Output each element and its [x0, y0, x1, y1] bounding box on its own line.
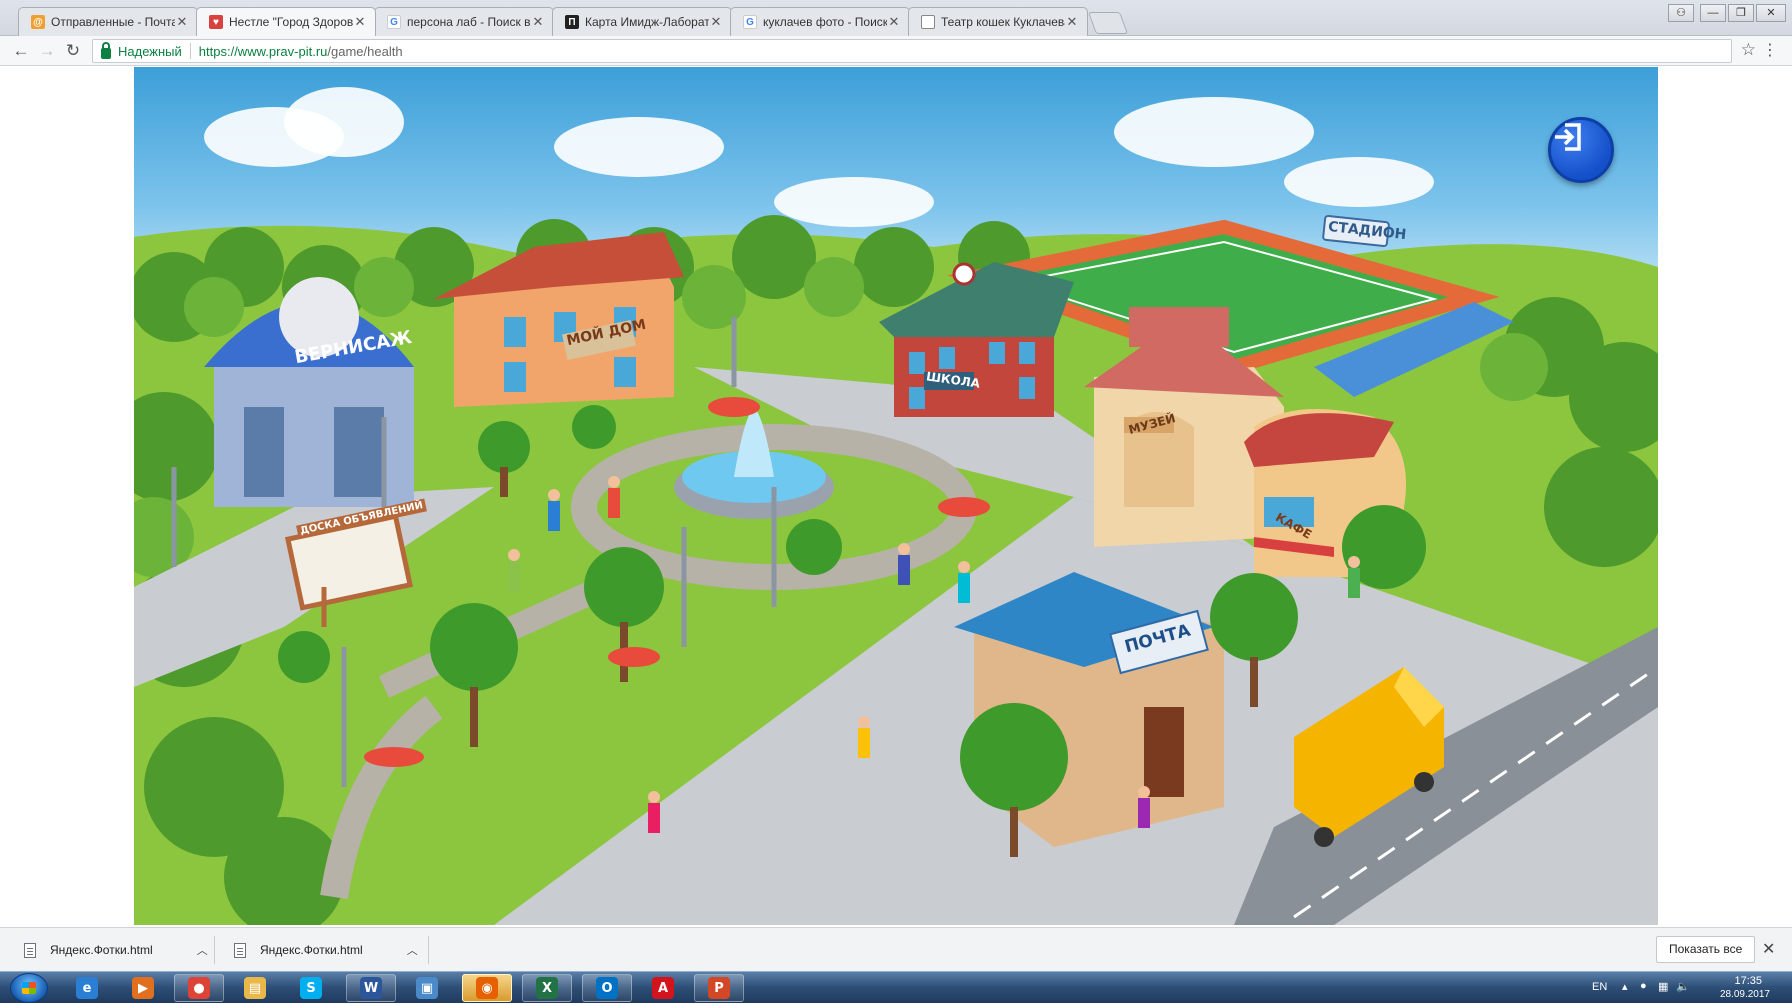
language-indicator[interactable]: EN: [1592, 981, 1607, 993]
tab-mail[interactable]: @ Отправленные - Почта ✕: [18, 7, 198, 36]
tray-arrow-icon[interactable]: ▴: [1622, 980, 1628, 993]
firefox-icon: ◉: [476, 977, 498, 999]
taskbar-app-photo-viewer[interactable]: ▣: [402, 974, 452, 1002]
close-icon[interactable]: ✕: [175, 14, 189, 30]
tab-google-persona[interactable]: G персона лаб - Поиск в Google ✕: [374, 7, 554, 36]
media-player-icon: ▶: [132, 977, 154, 999]
page-icon: [921, 15, 935, 29]
taskbar-app-acrobat[interactable]: A: [638, 974, 688, 1002]
lock-icon: [101, 41, 111, 59]
document-icon: [234, 942, 246, 958]
download-name: Яндекс.Фотки.html: [50, 943, 153, 957]
exit-button[interactable]: [1548, 117, 1614, 183]
url-host: https://www.prav-pit.ru: [198, 43, 328, 59]
divider: [214, 936, 215, 964]
tab-title: Отправленные - Почта: [51, 15, 175, 29]
back-arrow-icon[interactable]: ←: [10, 40, 32, 62]
download-item[interactable]: Яндекс.Фотки.html ︿: [234, 936, 418, 964]
close-icon[interactable]: ✕: [709, 14, 723, 30]
close-icon[interactable]: ✕: [1065, 14, 1079, 30]
map-icon: П: [565, 15, 579, 29]
tab-google-kuklachev[interactable]: G куклачев фото - Поиск в Google ✕: [730, 7, 910, 36]
tab-map[interactable]: П Карта Имидж-Лаборатории ✕: [552, 7, 732, 36]
document-icon: [24, 942, 36, 958]
clock-time[interactable]: 17:35: [1734, 975, 1762, 987]
google-icon: G: [387, 15, 401, 29]
system-tray: EN ▴ ● ▦ 🔈 17:35 28.09.2017: [1562, 972, 1792, 1004]
health-city-game-canvas[interactable]: ВЕРНИСАЖ МОЙ ДОМ ШКОЛА СТАДИОН МУЗЕЙ КАФ…: [134, 67, 1658, 925]
volume-icon[interactable]: 🔈: [1676, 980, 1690, 993]
chevron-up-icon[interactable]: ︿: [197, 942, 208, 958]
reload-icon[interactable]: ↻: [62, 40, 84, 62]
browser-tab-strip: @ Отправленные - Почта ✕ ♥ Нестле "Город…: [0, 0, 1792, 36]
acrobat-icon: A: [652, 977, 674, 999]
secure-label: Надежный: [118, 43, 182, 59]
taskbar-app-powerpoint[interactable]: P: [694, 974, 744, 1002]
divider: [428, 936, 429, 964]
downloads-shelf: Яндекс.Фотки.html ︿ Яндекс.Фотки.html ︿ …: [0, 927, 1792, 971]
word-icon: W: [360, 977, 382, 999]
close-icon[interactable]: ✕: [887, 14, 901, 30]
tab-title: Нестле "Город Здоровья": [229, 15, 353, 29]
taskbar-app-skype[interactable]: S: [286, 974, 336, 1002]
divider: [189, 43, 191, 59]
close-icon[interactable]: ✕: [353, 14, 367, 30]
clock-date[interactable]: 28.09.2017: [1720, 989, 1770, 1000]
taskbar-app-outlook[interactable]: O: [582, 974, 632, 1002]
download-name: Яндекс.Фотки.html: [260, 943, 363, 957]
menu-dots-icon[interactable]: ⋮: [1762, 40, 1778, 60]
chevron-up-icon[interactable]: ︿: [407, 942, 418, 958]
outlook-icon: O: [596, 977, 618, 999]
page-content: ВЕРНИСАЖ МОЙ ДОМ ШКОЛА СТАДИОН МУЗЕЙ КАФ…: [0, 66, 1792, 927]
powerpoint-icon: P: [708, 977, 730, 999]
tab-title: Карта Имидж-Лаборатории: [585, 15, 709, 29]
skype-icon: S: [300, 977, 322, 999]
new-tab-button[interactable]: [1087, 12, 1129, 34]
photo-viewer-icon: ▣: [416, 977, 438, 999]
taskbar-app-chrome[interactable]: ●: [174, 974, 224, 1002]
ie-icon: e: [76, 977, 98, 999]
taskbar-app-ie[interactable]: e: [62, 974, 112, 1002]
restore-button[interactable]: ❐: [1728, 4, 1754, 22]
forward-arrow-icon[interactable]: →: [36, 40, 58, 62]
show-all-button[interactable]: Показать все: [1656, 936, 1756, 963]
tab-nestle[interactable]: ♥ Нестле "Город Здоровья" ✕: [196, 7, 376, 36]
city-illustration: [134, 215, 1658, 925]
tab-title: куклачев фото - Поиск в Google: [763, 15, 887, 29]
network-icon[interactable]: ▦: [1658, 980, 1668, 993]
chrome-icon: ●: [188, 977, 210, 999]
url-path: /game/health: [327, 43, 403, 59]
close-window-button[interactable]: ✕: [1756, 4, 1786, 22]
taskbar-app-explorer[interactable]: ▤: [230, 974, 280, 1002]
taskbar-app-media-player[interactable]: ▶: [118, 974, 168, 1002]
close-icon[interactable]: ✕: [1762, 939, 1775, 959]
explorer-icon: ▤: [244, 977, 266, 999]
minimize-button[interactable]: —: [1700, 4, 1726, 22]
windows-taskbar: e ▶ ● ▤ S W ▣ ◉ X O A P EN ▴ ● ▦ 🔈 17:35 28.09.2017: [0, 971, 1792, 1003]
bookmark-star-icon[interactable]: ☆: [1741, 40, 1756, 60]
taskbar-app-excel[interactable]: X: [522, 974, 572, 1002]
nestle-icon: ♥: [209, 15, 223, 29]
taskbar-app-word[interactable]: W: [346, 974, 396, 1002]
download-item[interactable]: Яндекс.Фотки.html ︿: [24, 936, 208, 964]
taskbar-app-firefox[interactable]: ◉: [462, 974, 512, 1002]
profile-button[interactable]: ⚇: [1668, 4, 1694, 22]
tab-cat-theatre[interactable]: Театр кошек Куклачева ✕: [908, 7, 1088, 36]
start-button[interactable]: [10, 973, 48, 1003]
exit-icon: [1555, 123, 1581, 151]
close-icon[interactable]: ✕: [531, 14, 545, 30]
browser-toolbar: ← → ↻ Надежный https://www.prav-pit.ru/g…: [0, 36, 1792, 66]
google-icon: G: [743, 15, 757, 29]
address-bar[interactable]: Надежный https://www.prav-pit.ru/game/he…: [92, 39, 1732, 63]
excel-icon: X: [536, 977, 558, 999]
tab-title: Театр кошек Куклачева: [941, 15, 1065, 29]
mail-icon: @: [31, 15, 45, 29]
tab-title: персона лаб - Поиск в Google: [407, 15, 531, 29]
skype-tray-icon[interactable]: ●: [1640, 980, 1647, 992]
